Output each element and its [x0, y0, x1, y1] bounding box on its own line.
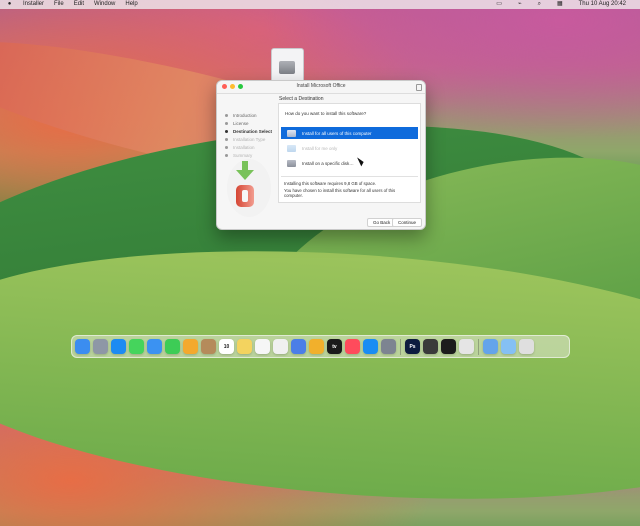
- question-label: How do you want to install this software…: [285, 111, 367, 116]
- window-titlebar[interactable]: Install Microsoft Office: [217, 81, 425, 94]
- space-requirement: Installing this software requires 9,8 GB…: [284, 181, 377, 186]
- option-all-users[interactable]: Install for all users of this computer: [281, 127, 418, 139]
- messages-icon[interactable]: [129, 339, 144, 354]
- wifi-icon[interactable]: ⌁: [518, 0, 522, 9]
- step-license: License: [225, 119, 272, 127]
- office-icon: [236, 185, 254, 207]
- menu-edit[interactable]: Edit: [74, 0, 84, 9]
- step-installation: Installation: [225, 143, 272, 151]
- menu-installer[interactable]: Installer: [23, 0, 44, 9]
- settings-icon[interactable]: [381, 339, 396, 354]
- home-folder-icon: [287, 144, 296, 152]
- appletv-icon[interactable]: tv: [327, 339, 342, 354]
- photos-icon[interactable]: [183, 339, 198, 354]
- calendar-icon[interactable]: 10: [219, 339, 234, 354]
- dock: 10 tv Ps: [71, 335, 570, 358]
- launchpad-icon[interactable]: [93, 339, 108, 354]
- finder-icon[interactable]: [75, 339, 90, 354]
- dock-separator: [400, 338, 401, 355]
- mail-icon[interactable]: [147, 339, 162, 354]
- installer-icon[interactable]: [459, 339, 474, 354]
- terminal-icon[interactable]: [441, 339, 456, 354]
- search-icon[interactable]: ⌕: [538, 0, 541, 9]
- downloads-icon[interactable]: [483, 339, 498, 354]
- dock-separator: [478, 338, 479, 355]
- reminders-icon[interactable]: [255, 339, 270, 354]
- drive-icon: [279, 61, 295, 74]
- installer-steps: Introduction License Destination Select …: [225, 111, 272, 159]
- download-arrow-icon: [236, 161, 254, 181]
- photoshop-icon[interactable]: Ps: [405, 339, 420, 354]
- notes-icon[interactable]: [237, 339, 252, 354]
- contacts-icon[interactable]: [201, 339, 216, 354]
- music-icon[interactable]: [345, 339, 360, 354]
- option-me-only: Install for me only: [281, 142, 418, 154]
- menu-file[interactable]: File: [54, 0, 64, 9]
- step-installation-type: Installation Type: [225, 135, 272, 143]
- drive-icon: [287, 129, 296, 137]
- safari-icon[interactable]: [111, 339, 126, 354]
- menu-help[interactable]: Help: [125, 0, 137, 9]
- chrome-icon[interactable]: [309, 339, 324, 354]
- menu-window[interactable]: Window: [94, 0, 115, 9]
- lock-icon: [416, 84, 422, 91]
- folder-icon[interactable]: [501, 339, 516, 354]
- preview-icon[interactable]: [291, 339, 306, 354]
- step-summary: Summary: [225, 151, 272, 159]
- window-title: Install Microsoft Office: [296, 83, 346, 89]
- selection-message: You have chosen to install this software…: [284, 188, 396, 198]
- disk-icon: [287, 159, 296, 167]
- option-specific-disk[interactable]: Install on a specific disk…: [281, 157, 418, 169]
- battery-icon[interactable]: ▭: [496, 0, 502, 9]
- activity-icon[interactable]: [423, 339, 438, 354]
- facetime-icon[interactable]: [165, 339, 180, 354]
- step-destination-select: Destination Select: [225, 127, 272, 135]
- menu-bar: ● Installer File Edit Window Help ▭ ⌁ ⌕ …: [0, 0, 640, 9]
- continue-button[interactable]: Continue: [392, 218, 423, 227]
- divider: [281, 176, 418, 177]
- notes-list-icon[interactable]: [273, 339, 288, 354]
- trash-icon[interactable]: [519, 339, 534, 354]
- apple-menu-icon[interactable]: ●: [6, 0, 13, 9]
- control-center-icon[interactable]: ▦: [557, 0, 563, 9]
- appstore-icon[interactable]: [363, 339, 378, 354]
- installer-window: Install Microsoft Office Select a Destin…: [216, 80, 426, 230]
- page-title: Select a Destination: [279, 96, 324, 102]
- clock[interactable]: Thu 10 Aug 20:42: [579, 0, 626, 9]
- destination-panel: How do you want to install this software…: [278, 103, 421, 203]
- step-introduction: Introduction: [225, 111, 272, 119]
